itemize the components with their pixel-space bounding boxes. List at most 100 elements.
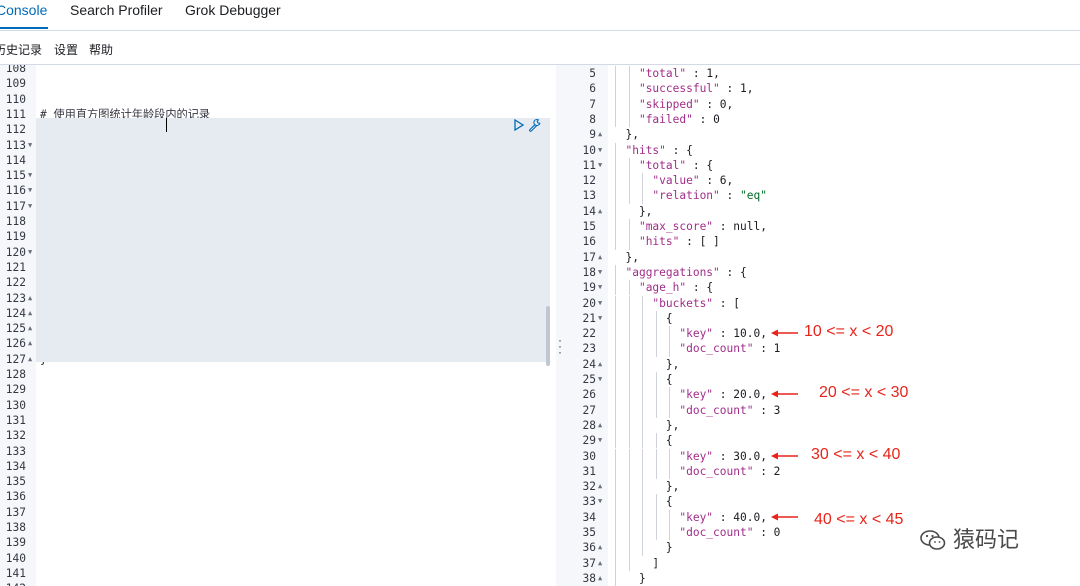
code-line[interactable]: 23 "doc_count" : 1	[566, 341, 1080, 356]
indent-guide	[655, 448, 657, 464]
code-line[interactable]: 13 "relation" : "eq"	[566, 188, 1080, 203]
fold-open-icon[interactable]: ▼	[598, 433, 602, 448]
fold-open-icon[interactable]: ▼	[598, 296, 602, 311]
menu-help[interactable]: 帮助	[89, 41, 113, 58]
code-line[interactable]: 132	[0, 428, 556, 443]
wrench-icon[interactable]	[528, 118, 542, 132]
indent-guide	[628, 81, 630, 97]
code-line[interactable]: 134	[0, 459, 556, 474]
fold-open-icon[interactable]: ▼	[28, 183, 32, 198]
code-line[interactable]: 19 ▼ "age_h" : {	[566, 280, 1080, 295]
code-line[interactable]: 109	[0, 76, 556, 91]
code-line[interactable]: 9 ▲ },	[566, 127, 1080, 142]
code-line[interactable]: 141	[0, 566, 556, 581]
menu-history[interactable]: 历史记录	[0, 41, 42, 58]
indent-guide	[669, 448, 670, 464]
code-line[interactable]: 28 ▲ },	[566, 418, 1080, 433]
code-line[interactable]: 27 "doc_count" : 3	[566, 403, 1080, 418]
fold-open-icon[interactable]: ▼	[28, 199, 32, 214]
indent-guide	[655, 387, 657, 403]
menu-settings[interactable]: 设置	[54, 41, 78, 58]
code-line[interactable]: 12 "value" : 6,	[566, 173, 1080, 188]
code-line[interactable]: 15 "max_score" : null,	[566, 219, 1080, 234]
line-number: 11	[582, 158, 596, 172]
fold-open-icon[interactable]: ▼	[28, 138, 32, 153]
drag-handle-icon[interactable]: · · ·	[558, 334, 562, 358]
tab-search-profiler[interactable]: Search Profiler	[70, 2, 163, 18]
line-number: 19	[582, 281, 596, 295]
code-line[interactable]: 131	[0, 413, 556, 428]
tab-console[interactable]: Console	[0, 2, 47, 18]
code-line[interactable]: 129	[0, 382, 556, 397]
fold-close-icon[interactable]: ▲	[598, 357, 602, 372]
code-line[interactable]: 137	[0, 505, 556, 520]
code-line[interactable]: 14 ▲ },	[566, 204, 1080, 219]
code-line[interactable]: 139	[0, 535, 556, 550]
code-line[interactable]: 37 ▲ ]	[566, 556, 1080, 571]
code-line[interactable]: 130	[0, 398, 556, 413]
fold-close-icon[interactable]: ▲	[598, 556, 602, 571]
line-number: 125	[5, 322, 26, 336]
fold-close-icon[interactable]: ▲	[598, 250, 602, 265]
code-line[interactable]: 32 ▲ },	[566, 479, 1080, 494]
indent-guide	[669, 525, 670, 541]
code-line[interactable]: 136	[0, 489, 556, 504]
code-line[interactable]: 6 "successful" : 1,	[566, 81, 1080, 96]
fold-close-icon[interactable]: ▲	[598, 204, 602, 219]
line-number: 37	[582, 556, 596, 570]
code-line[interactable]: 8 "failed" : 0	[566, 112, 1080, 127]
code-line[interactable]: 31 "doc_count" : 2	[566, 464, 1080, 479]
code-line[interactable]: 140	[0, 551, 556, 566]
fold-close-icon[interactable]: ▲	[598, 479, 602, 494]
indent-guide	[615, 157, 616, 174]
fold-open-icon[interactable]: ▼	[598, 158, 602, 173]
watermark-text: 猿码记	[953, 528, 1020, 553]
code-line[interactable]: 133	[0, 444, 556, 459]
fold-close-icon[interactable]: ▲	[598, 540, 602, 555]
code-line[interactable]: 16 "hits" : [ ]	[566, 234, 1080, 249]
fold-open-icon[interactable]: ▼	[598, 494, 602, 509]
fold-close-icon[interactable]: ▲	[28, 306, 32, 321]
request-scrollbar[interactable]	[546, 306, 550, 366]
fold-open-icon[interactable]: ▼	[598, 280, 602, 295]
fold-close-icon[interactable]: ▲	[598, 418, 602, 433]
code-line[interactable]: 128	[0, 367, 556, 382]
indent-guide	[615, 356, 616, 372]
code-line[interactable]: 142	[0, 581, 556, 586]
fold-close-icon[interactable]: ▲	[28, 352, 32, 367]
code-line[interactable]: 11 ▼ "total" : {	[566, 158, 1080, 173]
pane-splitter[interactable]	[556, 65, 566, 586]
fold-close-icon[interactable]: ▲	[598, 127, 602, 142]
code-line[interactable]: 18 ▼ "aggregations" : {	[566, 265, 1080, 280]
fold-open-icon[interactable]: ▼	[598, 143, 602, 158]
fold-open-icon[interactable]: ▼	[28, 168, 32, 183]
code-line[interactable]: 38 ▲ }	[566, 571, 1080, 586]
code-line[interactable]: 24 ▲ },	[566, 357, 1080, 372]
indent-guide	[615, 264, 616, 281]
code-line[interactable]: 33 ▼ {	[566, 494, 1080, 509]
play-icon[interactable]	[513, 119, 525, 131]
indent-guide	[628, 509, 630, 525]
line-number: 18	[582, 265, 596, 279]
fold-close-icon[interactable]: ▲	[28, 291, 32, 306]
fold-open-icon[interactable]: ▼	[28, 245, 32, 260]
wechat-icon	[920, 530, 946, 550]
fold-close-icon[interactable]: ▲	[28, 321, 32, 336]
code-text: "key" : 40.0,	[679, 510, 767, 524]
tab-grok-debugger[interactable]: Grok Debugger	[185, 2, 281, 18]
fold-close-icon[interactable]: ▲	[28, 336, 32, 351]
code-line[interactable]: 7 "skipped" : 0,	[566, 97, 1080, 112]
code-line[interactable]: 5 "total" : 1,	[566, 66, 1080, 81]
code-line[interactable]: 135	[0, 474, 556, 489]
code-line[interactable]: 17 ▲ },	[566, 250, 1080, 265]
code-line[interactable]: 138	[0, 520, 556, 535]
fold-close-icon[interactable]: ▲	[598, 571, 602, 586]
code-line[interactable]: 108	[0, 65, 556, 76]
fold-open-icon[interactable]: ▼	[598, 265, 602, 280]
fold-open-icon[interactable]: ▼	[598, 372, 602, 387]
code-line[interactable]: 110	[0, 92, 556, 107]
code-line[interactable]: 10 ▼ "hits" : {	[566, 143, 1080, 158]
code-line[interactable]: 20 ▼ "buckets" : [	[566, 296, 1080, 311]
fold-open-icon[interactable]: ▼	[598, 311, 602, 326]
selected-request-highlight	[36, 118, 550, 362]
